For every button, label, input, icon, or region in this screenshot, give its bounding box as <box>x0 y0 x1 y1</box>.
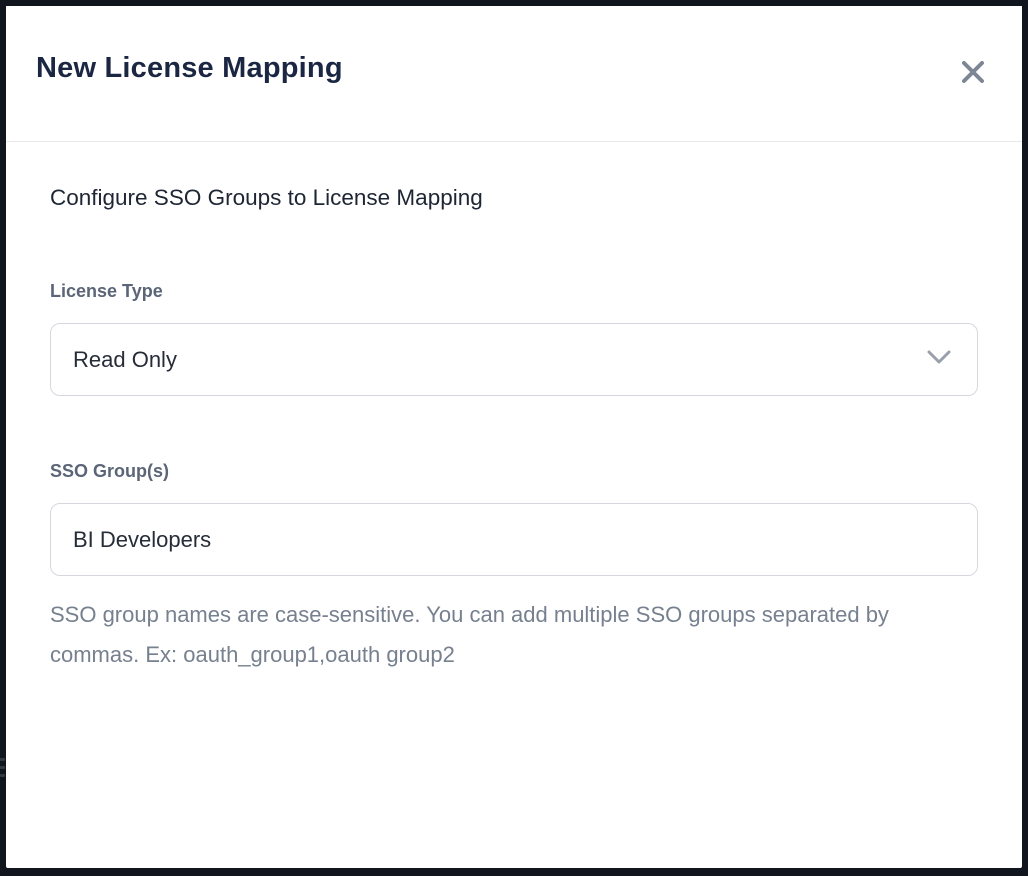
dialog-title: New License Mapping <box>36 52 343 85</box>
license-type-selected-value: Read Only <box>73 347 927 373</box>
sso-groups-label: SSO Group(s) <box>50 461 169 482</box>
chevron-down-icon <box>927 350 951 370</box>
sso-groups-helper-text: SSO group names are case-sensitive. You … <box>50 595 900 675</box>
dialog-body: Configure SSO Groups to License Mapping … <box>6 143 1022 868</box>
license-type-label: License Type <box>50 281 163 302</box>
license-type-select[interactable]: Read Only <box>50 323 978 396</box>
sso-groups-input[interactable] <box>50 503 978 576</box>
close-button[interactable] <box>954 54 992 92</box>
dialog-subtitle: Configure SSO Groups to License Mapping <box>50 185 483 211</box>
dialog-header: New License Mapping <box>6 6 1022 142</box>
close-icon <box>960 59 986 88</box>
new-license-mapping-dialog: New License Mapping Configure SSO Groups… <box>6 6 1022 868</box>
